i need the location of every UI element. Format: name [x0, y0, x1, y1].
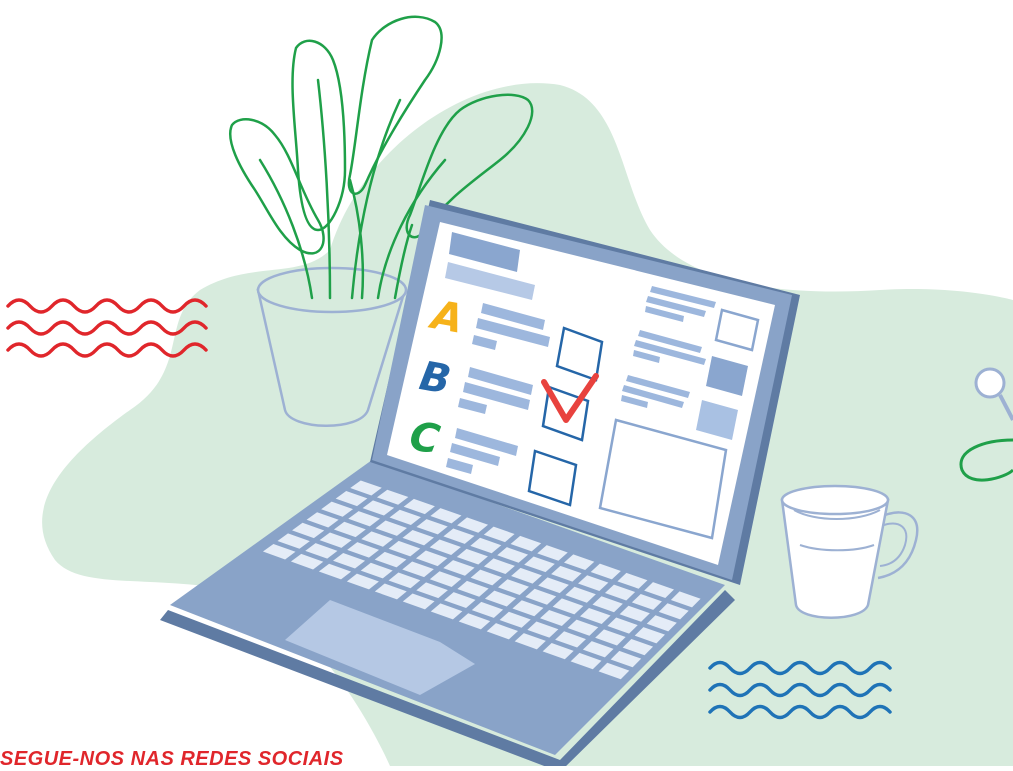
illustration-scene: A B C [6, 15, 1013, 766]
social-media-cta: SEGUE-NOS NAS REDES SOCIAIS [0, 748, 344, 770]
